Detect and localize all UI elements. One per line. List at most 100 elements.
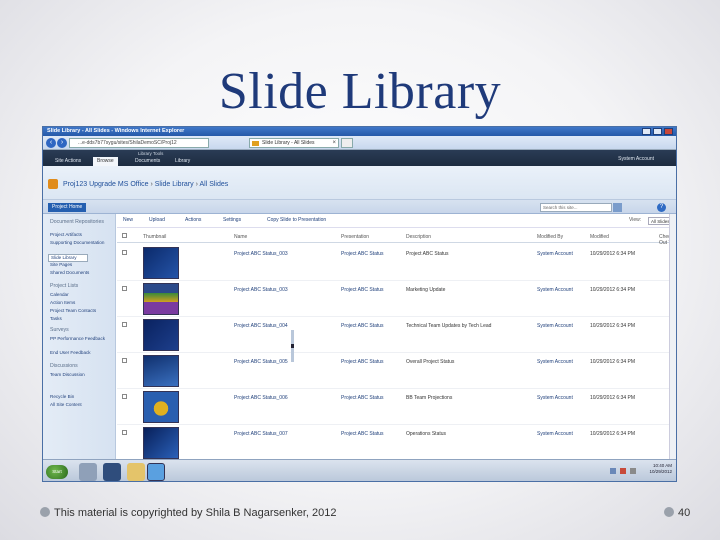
close-icon[interactable] [664, 128, 673, 135]
modified-date: 10/29/2012 6:34 PM [590, 359, 636, 365]
slide-thumbnail[interactable] [143, 427, 179, 459]
network-icon[interactable] [610, 468, 616, 474]
presentation-link[interactable]: Project ABC Status [341, 323, 384, 329]
quicklaunch-item[interactable]: Action Items [50, 300, 114, 306]
slide-name-link[interactable]: Project ABC Status_003 [234, 287, 288, 293]
new-button[interactable]: New [123, 217, 133, 223]
actions-button[interactable]: Actions [185, 217, 201, 223]
column-presentation[interactable]: Presentation [341, 234, 369, 240]
site-actions-menu[interactable]: Site Actions [51, 157, 85, 166]
internet-explorer-icon[interactable] [147, 463, 165, 481]
start-button[interactable]: Start [46, 465, 68, 479]
slide-thumbnail[interactable] [143, 247, 179, 279]
window-title: Slide Library - All Slides - Windows Int… [47, 128, 185, 134]
presentation-link[interactable]: Project ABC Status [341, 395, 384, 401]
slide-title: Slide Library [218, 63, 502, 120]
modified-by-link[interactable]: System Account [537, 287, 573, 293]
tab-documents[interactable]: Documents [131, 157, 164, 166]
quicklaunch-item[interactable]: Site Pages [50, 262, 114, 268]
speaker-icon[interactable] [630, 468, 636, 474]
server-manager-icon[interactable] [79, 463, 97, 481]
quicklaunch-item[interactable]: Calendar [50, 292, 114, 298]
forward-icon[interactable]: › [57, 138, 67, 148]
quicklaunch-item[interactable]: Supporting Documentation [50, 240, 114, 246]
presentation-link[interactable]: Project ABC Status [341, 359, 384, 365]
explorer-icon[interactable] [127, 463, 145, 481]
tab-browse[interactable]: Browse [93, 157, 118, 166]
quicklaunch-item[interactable]: Project Team Contacts [50, 308, 114, 314]
row-checkbox[interactable] [122, 286, 127, 291]
account-menu[interactable]: System Account [618, 156, 654, 162]
slide-thumbnail[interactable] [143, 355, 179, 387]
minimize-icon[interactable] [642, 128, 651, 135]
slide-name-link[interactable]: Project ABC Status_006 [234, 395, 288, 401]
select-all-checkbox[interactable] [122, 233, 127, 238]
presentation-link[interactable]: Project ABC Status [341, 431, 384, 437]
settings-button[interactable]: Settings [223, 217, 241, 223]
tab-project-home[interactable]: Project Home [48, 203, 87, 212]
row-checkbox[interactable] [122, 430, 127, 435]
help-icon[interactable]: ? [657, 203, 666, 212]
row-checkbox[interactable] [122, 358, 127, 363]
slide-description: BB Team Projections [406, 395, 453, 401]
modified-date: 10/29/2012 6:34 PM [590, 323, 636, 329]
quicklaunch-item[interactable]: Project Artifacts [50, 232, 114, 238]
modified-by-link[interactable]: System Account [537, 359, 573, 365]
slide-description: Operations Status [406, 431, 447, 437]
breadcrumb-site[interactable]: Proj123 Upgrade MS Office [63, 181, 148, 188]
browser-tab[interactable]: Slide Library - All Slides × [249, 138, 339, 148]
page-number-text: 40 [678, 507, 691, 519]
copy-slide-button[interactable]: Copy Slide to Presentation [267, 217, 326, 223]
breadcrumb-library[interactable]: Slide Library [155, 181, 194, 188]
row-selection-marker [291, 344, 294, 348]
modified-date: 10/29/2012 6:34 PM [590, 287, 636, 293]
column-modified[interactable]: Modified [590, 234, 609, 240]
slide-name-link[interactable]: Project ABC Status_007 [234, 431, 288, 437]
site-search-input[interactable]: Search this site... [540, 203, 612, 212]
maximize-icon[interactable] [653, 128, 662, 135]
column-modified-by[interactable]: Modified By [537, 234, 563, 240]
column-name[interactable]: Name [234, 234, 247, 240]
modified-by-link[interactable]: System Account [537, 323, 573, 329]
table-row: Project ABC Status_007 Project ABC Status… [117, 425, 676, 461]
view-label: View: [629, 217, 642, 223]
slide-thumbnail[interactable] [143, 391, 179, 423]
tab-library[interactable]: Library [171, 157, 194, 166]
upload-button[interactable]: Upload [149, 217, 165, 223]
row-checkbox[interactable] [122, 394, 127, 399]
column-thumbnail[interactable]: Thumbnail [143, 234, 166, 240]
slide-name-link[interactable]: Project ABC Status_005 [234, 359, 288, 365]
quicklaunch-item[interactable]: Team Discussion [50, 372, 114, 378]
search-icon[interactable] [613, 203, 622, 212]
quicklaunch-item[interactable]: Tasks [50, 316, 114, 322]
row-checkbox[interactable] [122, 250, 127, 255]
slide-name-link[interactable]: Project ABC Status_004 [234, 323, 288, 329]
breadcrumb-view[interactable]: All Slides [199, 181, 228, 188]
quicklaunch-item[interactable]: All Site Content [50, 402, 114, 408]
clock[interactable]: 10:40 AM 10/29/2012 [649, 463, 672, 475]
modified-by-link[interactable]: System Account [537, 395, 573, 401]
quicklaunch-item[interactable]: Slide Library [48, 254, 88, 262]
flag-icon[interactable] [620, 468, 626, 474]
slide-thumbnail[interactable] [143, 283, 179, 315]
page-scrollbar[interactable] [669, 214, 676, 459]
back-icon[interactable]: ‹ [46, 138, 56, 148]
quicklaunch-item[interactable]: PP Performance Feedback [50, 336, 114, 342]
slide-thumbnail[interactable] [143, 319, 179, 351]
row-checkbox[interactable] [122, 322, 127, 327]
address-input[interactable]: ...e-dds7b77sygu/sites/ShilaDemoSC/Proj1… [69, 138, 209, 148]
list-toolbar: New Upload Actions Settings Copy Slide t… [117, 214, 676, 228]
modified-by-link[interactable]: System Account [537, 251, 573, 257]
quicklaunch-item[interactable]: Shared Documents [50, 270, 114, 276]
quicklaunch-item[interactable]: Recycle Bin [50, 394, 114, 400]
presentation-link[interactable]: Project ABC Status [341, 287, 384, 293]
quicklaunch-item[interactable]: End User Feedback [50, 350, 114, 356]
slide-name-link[interactable]: Project ABC Status_003 [234, 251, 288, 257]
presentation-link[interactable]: Project ABC Status [341, 251, 384, 257]
browser-search-box[interactable] [341, 138, 353, 148]
powershell-icon[interactable] [103, 463, 121, 481]
modified-by-link[interactable]: System Account [537, 431, 573, 437]
browser-tab-label: Slide Library - All Slides [262, 140, 315, 146]
column-description[interactable]: Description [406, 234, 431, 240]
tab-close-icon[interactable]: × [332, 139, 336, 148]
